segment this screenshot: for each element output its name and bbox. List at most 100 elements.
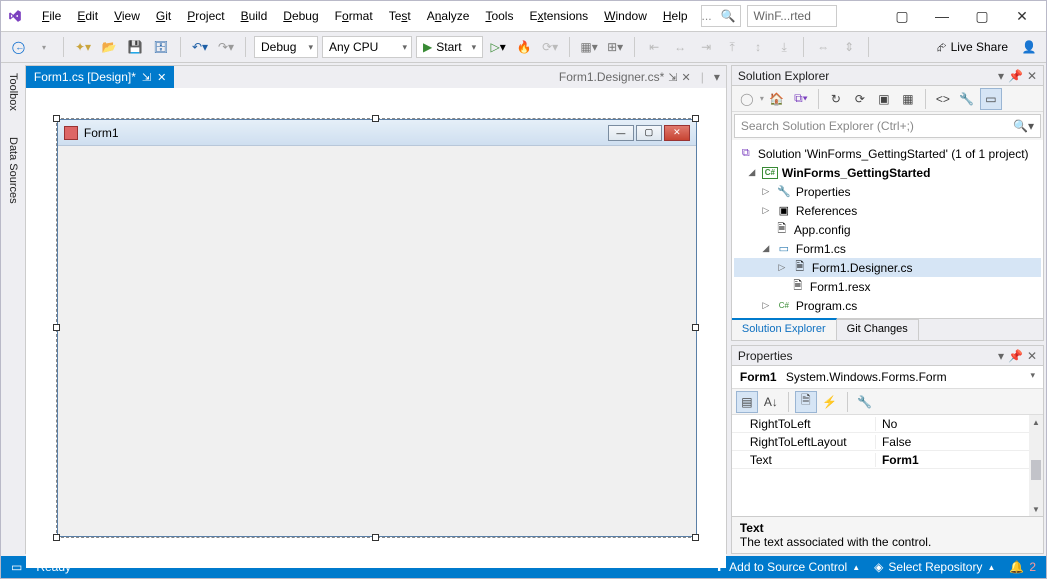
window-maximize-button[interactable]: ▢ — [962, 1, 1002, 31]
menu-git[interactable]: Git — [149, 5, 178, 27]
config-combo[interactable]: Debug — [254, 36, 318, 58]
se-back-icon[interactable]: ◯ — [736, 88, 758, 110]
se-switch-views-icon[interactable]: ⧉▾ — [790, 88, 812, 110]
align-top-icon[interactable]: ⤒ — [721, 36, 743, 58]
panel-close-icon[interactable]: ✕ — [1027, 69, 1037, 83]
window-devtools-icon[interactable]: ▢ — [882, 1, 922, 31]
expand-arrow-icon[interactable]: ▷ — [760, 300, 772, 311]
pin-icon[interactable]: ⇲ — [142, 71, 151, 84]
props-categorized-icon[interactable]: ▤ — [736, 391, 758, 413]
menu-view[interactable]: View — [107, 5, 147, 27]
tree-solution-node[interactable]: ⧉ Solution 'WinForms_GettingStarted' (1 … — [734, 144, 1041, 163]
expand-arrow-icon[interactable]: ◢ — [746, 167, 758, 178]
panel-dropdown-icon[interactable]: ▾ — [998, 69, 1004, 83]
tree-form1cs-node[interactable]: ◢ ▭ Form1.cs — [734, 239, 1041, 258]
menu-file[interactable]: File — [35, 5, 68, 27]
se-home-icon[interactable]: 🏠 — [766, 88, 788, 110]
title-search-box[interactable]: ... 🔍 — [701, 5, 741, 27]
open-file-button[interactable]: 📂 — [98, 36, 120, 58]
platform-combo[interactable]: Any CPU — [322, 36, 412, 58]
properties-scrollbar[interactable]: ▲ ▼ — [1029, 415, 1043, 516]
layout-group2-icon[interactable]: ⊞▾ — [604, 36, 626, 58]
scroll-down-icon[interactable]: ▼ — [1029, 502, 1043, 516]
menu-test[interactable]: Test — [382, 5, 418, 27]
menu-debug[interactable]: Debug — [276, 5, 325, 27]
sidebar-tab-toolbox[interactable]: Toolbox — [7, 69, 19, 115]
solution-explorer-header[interactable]: Solution Explorer ▾ 📌 ✕ — [732, 66, 1043, 86]
se-refresh-icon[interactable]: ⟳ — [849, 88, 871, 110]
chevron-down-icon[interactable]: ▾ — [1030, 370, 1035, 381]
se-collapse-icon[interactable]: ▣ — [873, 88, 895, 110]
property-row[interactable]: RightToLeftLayoutFalse — [732, 433, 1043, 451]
status-notifications[interactable]: 🔔 2 — [1009, 560, 1036, 574]
status-add-source-control[interactable]: ✚ Add to Source Control ▲ — [714, 560, 860, 574]
hot-reload-icon[interactable]: 🔥 — [513, 36, 535, 58]
window-minimize-button[interactable]: — — [922, 1, 962, 31]
start-without-debug-button[interactable]: ▷▾ — [487, 36, 509, 58]
tab-solution-explorer[interactable]: Solution Explorer — [732, 318, 837, 340]
sidebar-tab-datasources[interactable]: Data Sources — [7, 133, 19, 208]
tree-programcs-node[interactable]: ▷ C# Program.cs — [734, 296, 1041, 315]
property-row[interactable]: RightToLeftNo — [732, 415, 1043, 433]
align-middle-v-icon[interactable]: ↕ — [747, 36, 769, 58]
status-select-repository[interactable]: ◈ Select Repository ▲ — [874, 560, 995, 574]
solution-explorer-search[interactable]: Search Solution Explorer (Ctrl+;) 🔍▾ — [734, 114, 1041, 138]
menu-build[interactable]: Build — [234, 5, 275, 27]
scroll-up-icon[interactable]: ▲ — [1029, 415, 1043, 429]
menu-edit[interactable]: Edit — [70, 5, 105, 27]
tree-form1resx-node[interactable]: 🗎 Form1.resx — [734, 277, 1041, 296]
solution-tree[interactable]: ⧉ Solution 'WinForms_GettingStarted' (1 … — [732, 140, 1043, 318]
size-height-icon[interactable]: ⇕ — [838, 36, 860, 58]
tab-git-changes[interactable]: Git Changes — [837, 319, 919, 340]
close-tab-icon[interactable]: ✕ — [681, 71, 690, 84]
props-events-icon[interactable]: ⚡ — [819, 391, 841, 413]
output-icon[interactable]: ▭ — [11, 560, 22, 574]
size-width-icon[interactable]: ⇔ — [812, 36, 834, 58]
save-button[interactable]: 💾 — [124, 36, 146, 58]
browser-link-icon[interactable]: ⟳▾ — [539, 36, 561, 58]
new-project-button[interactable]: ✦▾ — [72, 36, 94, 58]
title-project-combo[interactable]: WinF...rted — [747, 5, 837, 27]
tree-references-node[interactable]: ▷ ▣ References — [734, 201, 1041, 220]
pin-icon[interactable]: ⇲ — [668, 71, 677, 84]
menu-project[interactable]: Project — [180, 5, 231, 27]
se-sync-icon[interactable]: ↻ — [825, 88, 847, 110]
align-center-h-icon[interactable]: ↔ — [669, 36, 691, 58]
align-right-icon[interactable]: ⇥ — [695, 36, 717, 58]
save-all-button[interactable]: 🗄 — [150, 36, 172, 58]
menu-format[interactable]: Format — [328, 5, 380, 27]
designer-canvas[interactable]: Form1 — ▢ ✕ — [26, 88, 726, 568]
editor-tab-form1-design[interactable]: Form1.cs [Design]* ⇲ ✕ — [26, 66, 174, 88]
props-properties-icon[interactable]: 🗎 — [795, 391, 817, 413]
property-value[interactable]: No — [875, 417, 1043, 431]
tree-properties-node[interactable]: ▷ 🔧 Properties — [734, 182, 1041, 201]
live-share-button[interactable]: ⮳ Live Share — [931, 36, 1014, 58]
se-preview-icon[interactable]: ▭ — [980, 88, 1002, 110]
se-properties-icon[interactable]: 🔧 — [956, 88, 978, 110]
designer-selection-frame[interactable]: Form1 — ▢ ✕ — [56, 118, 696, 538]
property-row[interactable]: TextForm1 — [732, 451, 1043, 469]
tree-project-node[interactable]: ◢ C# WinForms_GettingStarted — [734, 163, 1041, 182]
menu-help[interactable]: Help — [656, 5, 695, 27]
properties-header[interactable]: Properties ▾ 📌 ✕ — [732, 346, 1043, 366]
form1-client-area[interactable] — [58, 146, 696, 536]
tree-appconfig-node[interactable]: 🗎 App.config — [734, 220, 1041, 239]
properties-object-selector[interactable]: Form1 System.Windows.Forms.Form ▾ — [732, 366, 1043, 389]
se-show-all-icon[interactable]: ▦ — [897, 88, 919, 110]
undo-button[interactable]: ↶▾ — [189, 36, 211, 58]
form1-window[interactable]: Form1 — ▢ ✕ — [57, 119, 697, 537]
start-button[interactable]: ▶Start — [416, 36, 483, 58]
nav-back-button[interactable]: ◯← — [7, 36, 29, 58]
align-bottom-icon[interactable]: ⤓ — [773, 36, 795, 58]
layout-group1-icon[interactable]: ▦▾ — [578, 36, 600, 58]
menu-window[interactable]: Window — [597, 5, 654, 27]
panel-pin-icon[interactable]: 📌 — [1008, 349, 1023, 363]
expand-arrow-icon[interactable]: ▷ — [760, 205, 772, 216]
properties-grid[interactable]: RightToLeftNoRightToLeftLayoutFalseTextF… — [732, 415, 1043, 516]
menu-extensions[interactable]: Extensions — [522, 5, 595, 27]
panel-dropdown-icon[interactable]: ▾ — [998, 349, 1004, 363]
redo-button[interactable]: ↷▾ — [215, 36, 237, 58]
expand-arrow-icon[interactable]: ▷ — [760, 186, 772, 197]
props-alphabetical-icon[interactable]: A↓ — [760, 391, 782, 413]
property-value[interactable]: False — [875, 435, 1043, 449]
